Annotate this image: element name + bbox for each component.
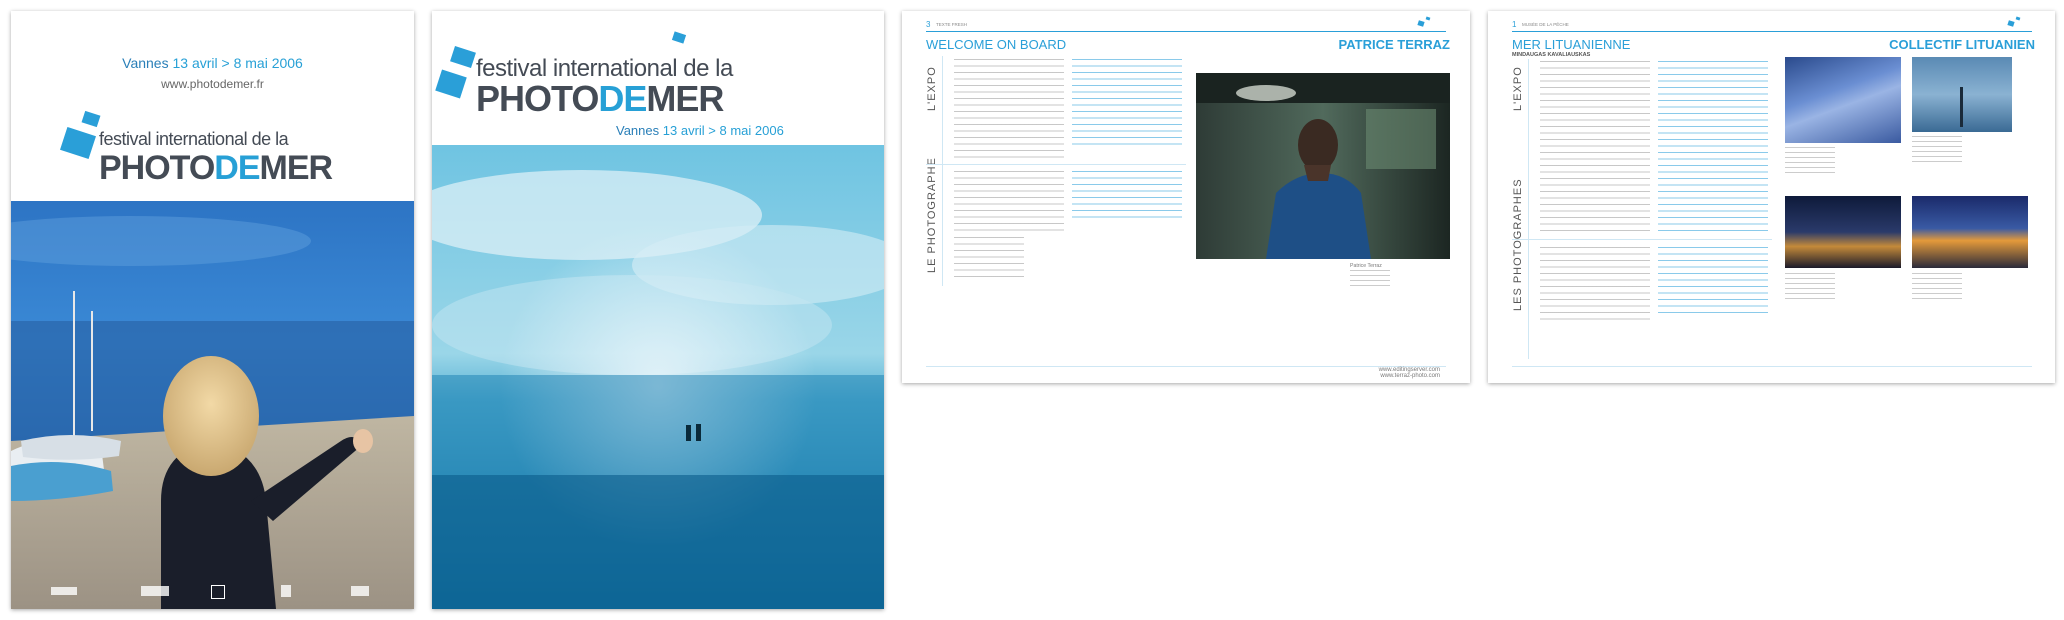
spread2-caption-4	[1912, 273, 1962, 299]
spread2-corner-diamond	[2007, 20, 2015, 27]
logo-diamond-mid	[450, 45, 476, 69]
logo-de-text: DE	[598, 78, 647, 119]
poster1-logo-line2: PHOTODEMER	[99, 149, 334, 187]
spread2-top-rule	[1512, 31, 2032, 32]
spread2-heading-right: COLLECTIF LITUANIEN	[1889, 37, 2035, 52]
spread1-heading-right: PATRICE TERRAZ	[1338, 37, 1450, 52]
spread1-divider	[926, 164, 1186, 165]
spread2-photo-4	[1912, 196, 2028, 268]
spread2-page-number: 1	[1512, 20, 1517, 29]
sponsor-logos	[51, 583, 391, 599]
spread1-text-block-4	[954, 237, 1024, 279]
logo-photo-text: PHOTO	[99, 149, 215, 187]
spread2-caption-1	[1785, 147, 1835, 173]
logo-diamond-large	[60, 126, 96, 160]
logo-diamond-small	[81, 110, 101, 128]
poster1-date-year: 2006	[271, 55, 303, 71]
spread1-caption: Patrice Terraz	[1350, 263, 1382, 269]
spread2-corner-diamond-2	[2015, 16, 2021, 21]
logo-diamond-large	[435, 69, 467, 99]
poster1-photo	[11, 201, 414, 609]
spread2-text-block-1	[1540, 61, 1650, 233]
spread1-caption-lines	[1350, 270, 1390, 290]
logo-photo-text: PHOTO	[476, 78, 599, 119]
poster2-photo	[432, 145, 884, 609]
spread1-side-label-expo: L'EXPO	[926, 66, 938, 111]
spread1-side-label-photographer: LE PHOTOGRAPHE	[926, 157, 938, 273]
spread2-text-block-4	[1658, 247, 1768, 315]
spread2-caption-3	[1785, 273, 1835, 299]
spread1-text-block-2	[1072, 59, 1182, 149]
poster-child: Vannes 13 avril > 8 mai 2006 www.photode…	[11, 11, 414, 609]
spread2-photo-2	[1912, 57, 2012, 132]
poster-sea: festival international de la PHOTODEMER …	[432, 11, 884, 609]
spread1-bottom-rule	[926, 366, 1446, 367]
spread2-col-rule	[1528, 59, 1529, 359]
spread1-text-block-5	[1072, 171, 1182, 223]
spread1-corner-diamond	[1417, 20, 1425, 27]
poster2-date-year: 2006	[754, 123, 784, 138]
spread1-photo	[1196, 73, 1450, 259]
spread2-photo-3	[1785, 196, 1901, 268]
poster2-date-range: 13 avril > 8 mai	[662, 123, 752, 138]
poster1-date-city: Vannes	[122, 55, 169, 71]
poster1-date: Vannes 13 avril > 8 mai 2006	[11, 55, 414, 71]
spread1-corner-diamond-2	[1425, 16, 1431, 21]
spread2-subheading: MINDAUGAS KAVALIAUSKAS	[1512, 52, 1591, 58]
spread1-footer-url-2: www.terraz-photo.com	[1380, 373, 1440, 379]
spread2-section-label: MUSÉE DE LA PÊCHE	[1522, 22, 1569, 27]
spread1-section-label: TEXTE FRESH	[936, 22, 968, 27]
spread2-side-label-expo: L'EXPO	[1512, 66, 1524, 111]
spread2-photo-1	[1785, 57, 1901, 143]
spread1-top-rule	[926, 31, 1446, 32]
spread1-text-block-1	[954, 59, 1064, 159]
logo-de-text: DE	[214, 149, 260, 187]
poster2-logo-line2: PHOTODEMER	[476, 78, 724, 119]
logo-mer-text: MER	[646, 78, 724, 119]
spread2-text-block-2	[1658, 61, 1768, 231]
logo-mer-text: MER	[259, 149, 334, 187]
spread1-text-block-3	[954, 171, 1064, 231]
spread2-heading-left: MER LITUANIENNE	[1512, 37, 1631, 52]
poster2-date-city: Vannes	[616, 123, 660, 138]
poster1-logo-line1: festival international de la	[99, 129, 289, 149]
logo-diamond-top	[671, 31, 687, 44]
poster1-date-range: 13 avril > 8 mai	[172, 55, 268, 71]
brochure-spread-lituanien: 1 MUSÉE DE LA PÊCHE MER LITUANIENNE MIND…	[1488, 11, 2055, 383]
spread2-divider	[1512, 239, 1772, 240]
spread1-heading-left: WELCOME ON BOARD	[926, 37, 1067, 52]
spread1-col-rule	[942, 56, 943, 286]
spread1-page-number: 3	[926, 20, 931, 29]
poster1-url: www.photodemer.fr	[161, 77, 264, 91]
spread2-caption-2	[1912, 136, 1962, 162]
spread2-text-block-3	[1540, 247, 1650, 321]
spread2-side-label-photographers: LES PHOTOGRAPHES	[1512, 178, 1524, 311]
poster2-date: Vannes 13 avril > 8 mai 2006	[616, 123, 784, 138]
brochure-spread-terraz: 3 TEXTE FRESH WELCOME ON BOARD PATRICE T…	[902, 11, 1470, 383]
spread2-bottom-rule	[1512, 366, 2032, 367]
